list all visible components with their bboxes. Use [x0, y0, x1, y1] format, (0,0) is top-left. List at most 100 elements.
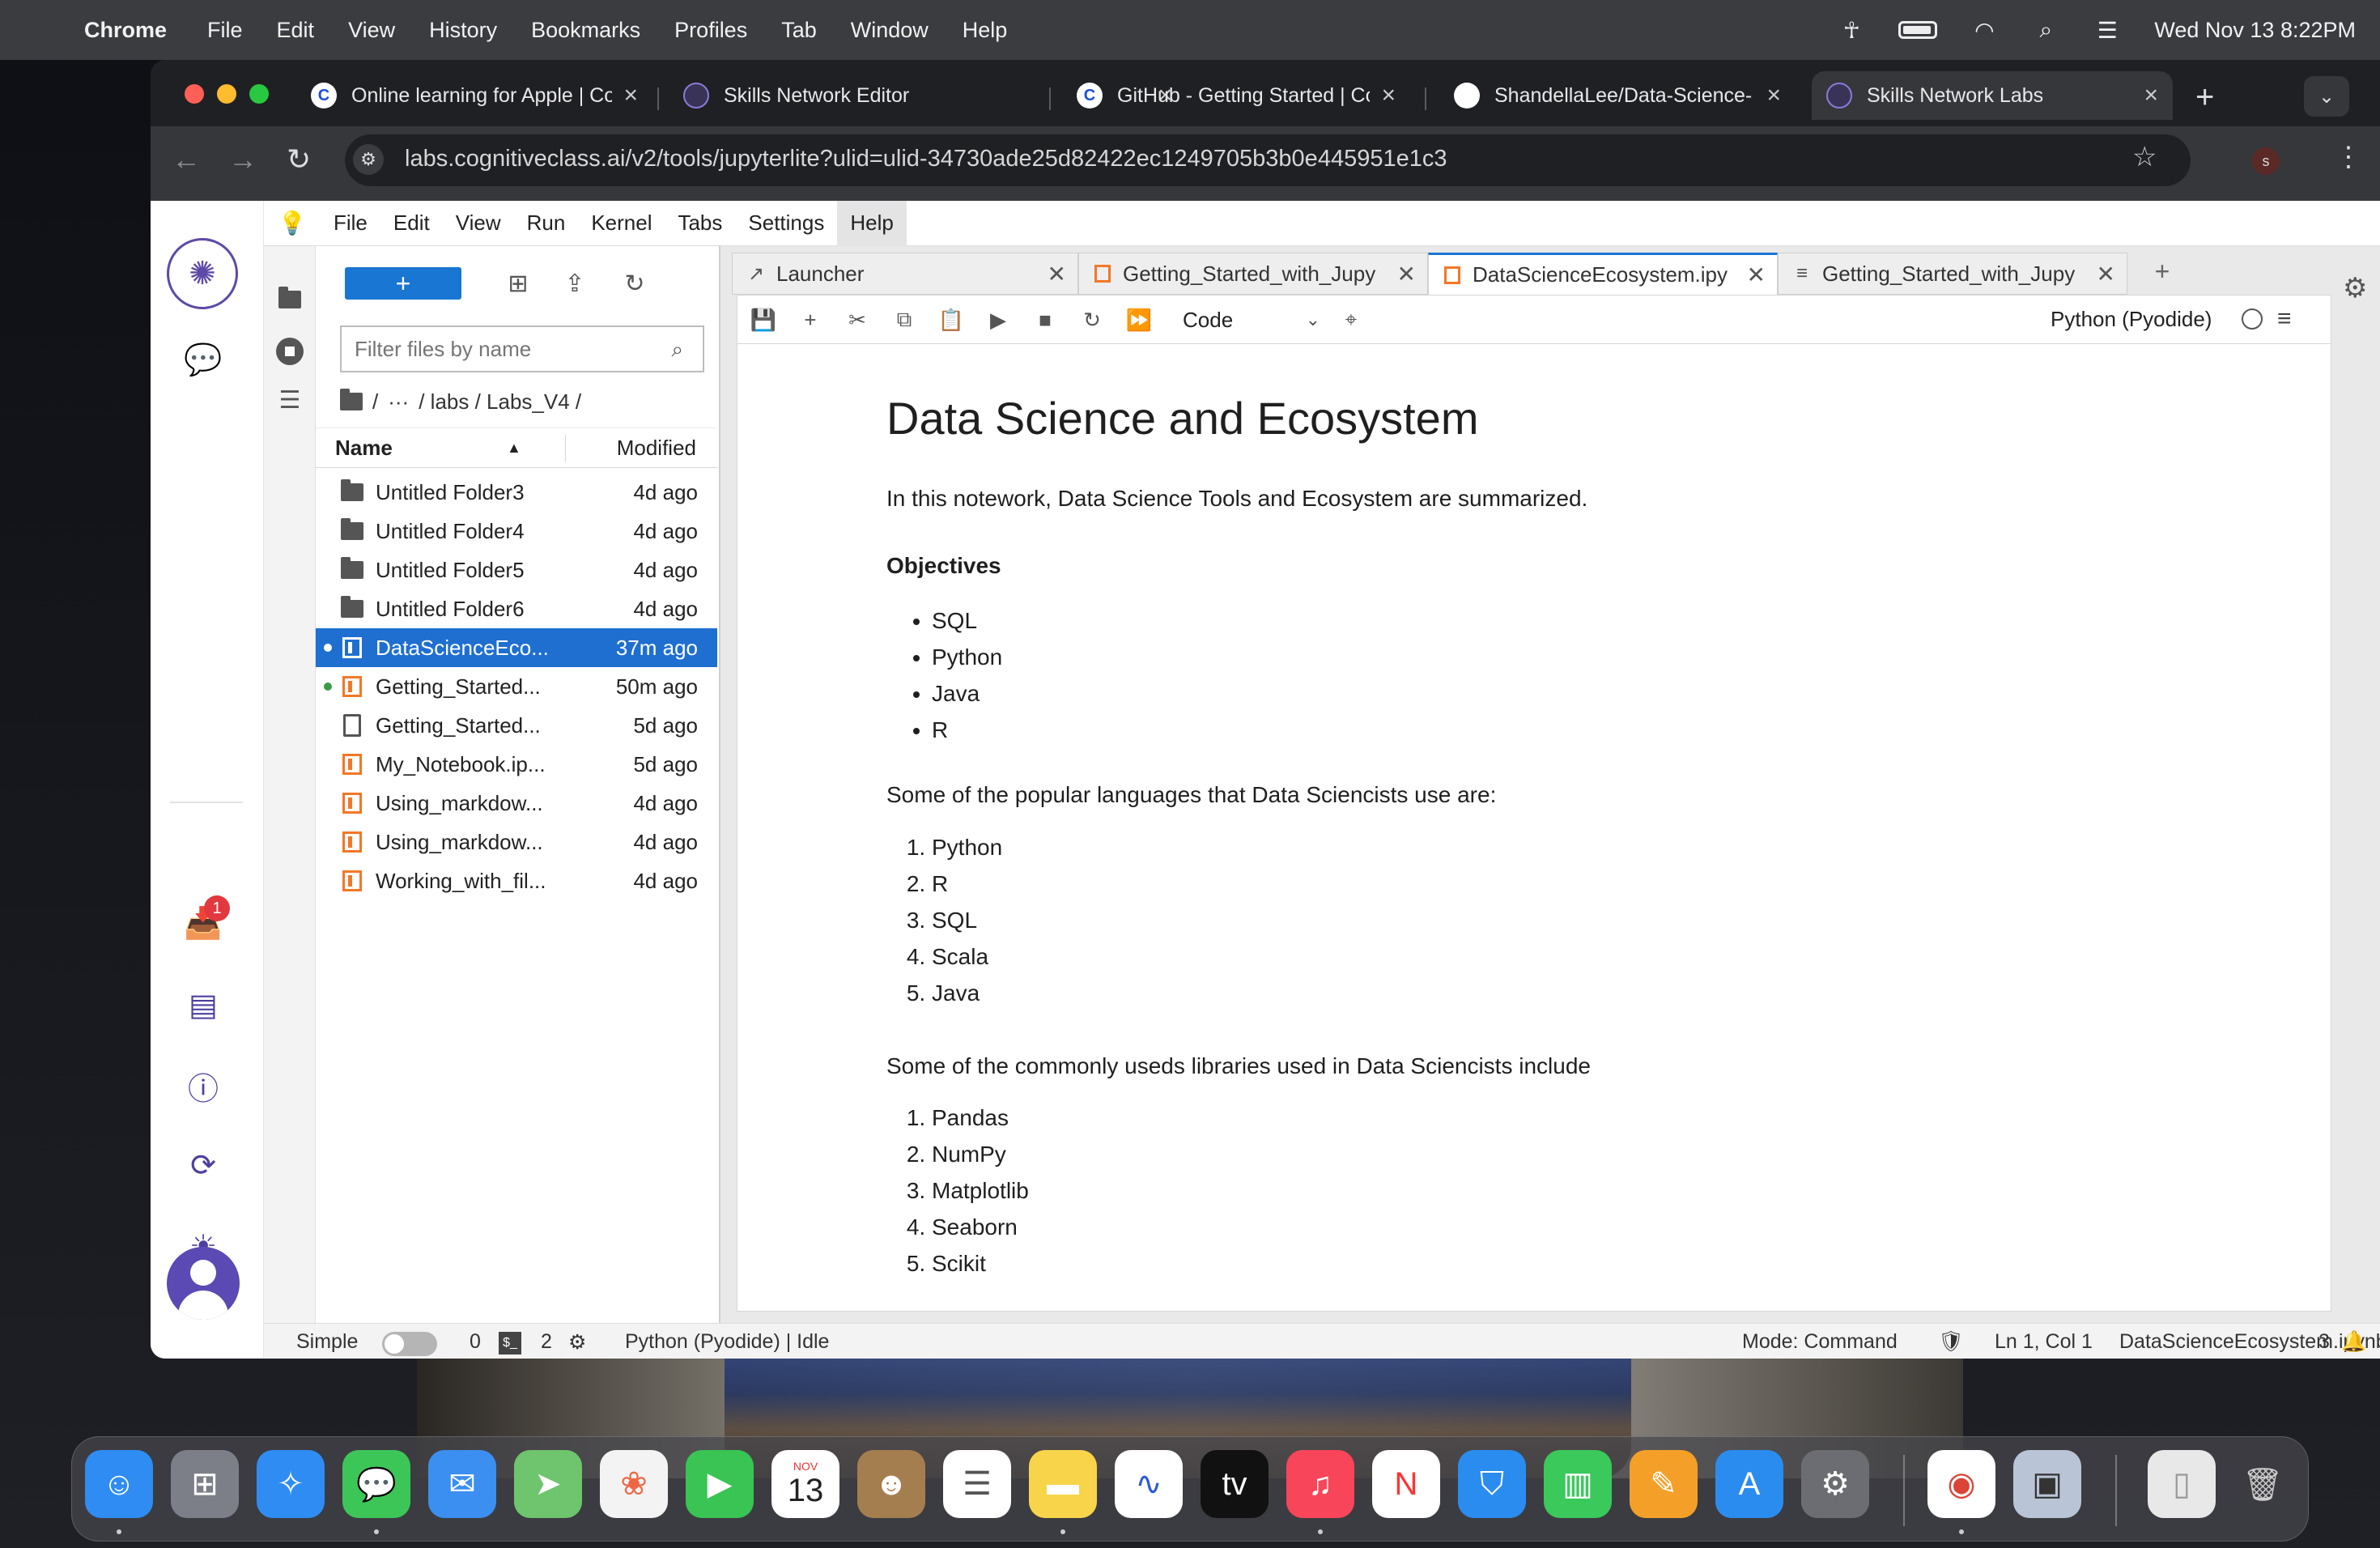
jupyter-menu-file[interactable]: File — [321, 201, 380, 246]
help-circle-icon[interactable]: ⓘ — [185, 1067, 222, 1107]
browser-tab-online-learning[interactable]: C Online learning for Apple | Co × — [296, 71, 652, 120]
cell-type-select[interactable]: Code ⌄ — [1183, 302, 1320, 338]
browser-tab-skills-labs[interactable]: Skills Network Labs × — [1812, 71, 2173, 120]
sort-ascending-icon[interactable]: ▲ — [507, 440, 521, 457]
back-arrow-icon[interactable]: ← — [172, 142, 201, 176]
jupyter-menu-edit[interactable]: Edit — [380, 201, 443, 246]
menubar-window[interactable]: Window — [851, 18, 929, 43]
maps-icon[interactable]: ➤ — [514, 1450, 582, 1518]
keynote-icon[interactable]: ⛉ — [1458, 1450, 1526, 1518]
spotlight-search-icon[interactable]: ⌕ — [2031, 17, 2060, 42]
copy-icon[interactable]: ⧉ — [890, 305, 919, 334]
user-avatar[interactable] — [167, 1247, 240, 1320]
notification-count[interactable]: 3 — [2318, 1330, 2330, 1354]
close-window-button[interactable] — [185, 84, 204, 104]
control-center-icon[interactable]: ☰ — [2093, 18, 2122, 43]
file-row[interactable]: My_Notebook.ip... 5d ago — [316, 745, 717, 784]
jupyter-menu-kernel[interactable]: Kernel — [578, 201, 665, 246]
app-store-icon[interactable]: A — [1715, 1450, 1783, 1518]
menubar-history[interactable]: History — [429, 18, 497, 43]
file-row[interactable]: Working_with_fil... 4d ago — [316, 861, 717, 900]
new-folder-icon[interactable]: ⊞ — [502, 267, 534, 300]
terminal-count[interactable]: 0 — [470, 1330, 481, 1354]
cursor-position[interactable]: Ln 1, Col 1 — [1995, 1330, 2093, 1354]
refresh-icon[interactable]: ↻ — [618, 267, 651, 300]
filter-files-input[interactable]: Filter files by name ⌕ — [340, 325, 704, 372]
tab-search-chevron-icon[interactable]: ⌄ — [2304, 76, 2349, 117]
file-row[interactable]: Untitled Folder6 4d ago — [316, 589, 717, 628]
numbers-icon[interactable]: ▥ — [1544, 1450, 1612, 1518]
close-tab-icon[interactable]: × — [623, 82, 638, 109]
jupyter-menu-help[interactable]: Help — [837, 200, 907, 246]
minimize-window-button[interactable] — [217, 84, 236, 104]
breadcrumb-ellipsis[interactable]: ··· — [388, 389, 409, 415]
music-icon[interactable]: ♫ — [1286, 1450, 1354, 1518]
profile-avatar[interactable]: s — [2252, 147, 2280, 175]
running-kernels-icon[interactable] — [275, 337, 304, 366]
forward-arrow-icon[interactable]: → — [228, 142, 257, 176]
bell-icon[interactable]: 🔔 — [2341, 1330, 2366, 1354]
kernel-name[interactable]: Python (Pyodide) — [2051, 307, 2212, 332]
add-tab-button[interactable]: + — [2144, 253, 2181, 290]
battery-icon[interactable] — [1898, 21, 1938, 39]
freeform-icon[interactable]: ∿ — [1115, 1450, 1183, 1518]
close-tab-icon[interactable]: ✕ — [1747, 262, 1766, 288]
insert-cell-icon[interactable]: + — [796, 305, 825, 334]
sync-icon[interactable]: ⟳ — [185, 1146, 222, 1184]
system-settings-icon[interactable]: ⚙ — [1801, 1450, 1869, 1518]
file-row[interactable]: Untitled Folder4 4d ago — [316, 512, 717, 551]
photos-icon[interactable]: ❀ — [600, 1450, 668, 1518]
tab-datascienceecosystem[interactable]: DataScienceEcosystem.ipy ✕ — [1428, 253, 1778, 295]
new-tab-button[interactable]: + — [2195, 79, 2214, 116]
kernel-menu-icon[interactable]: ≡ — [2277, 305, 2292, 333]
table-of-contents-icon[interactable]: ☰ — [275, 385, 304, 415]
contacts-icon[interactable]: ☻ — [857, 1450, 925, 1518]
file-row[interactable]: Untitled Folder5 4d ago — [316, 551, 717, 589]
close-tab-icon[interactable]: × — [2144, 82, 2158, 109]
apple-tv-icon[interactable]: tv — [1201, 1450, 1269, 1518]
pages-icon[interactable]: ✎ — [1630, 1450, 1698, 1518]
reminders-icon[interactable]: ☰ — [943, 1450, 1011, 1518]
close-tab-icon[interactable]: × — [1381, 82, 1396, 109]
file-row[interactable]: Untitled Folder3 4d ago — [316, 473, 717, 512]
finder-icon[interactable]: ☺ — [85, 1450, 153, 1518]
cut-icon[interactable]: ✂ — [843, 305, 872, 334]
menubar-view[interactable]: View — [348, 18, 395, 43]
save-icon[interactable]: 💾 — [749, 305, 778, 334]
file-row[interactable]: Using_markdow... 4d ago — [316, 784, 717, 823]
menubar-bookmarks[interactable]: Bookmarks — [531, 18, 640, 43]
home-folder-icon[interactable] — [340, 389, 363, 410]
new-launcher-button[interactable]: + — [345, 267, 461, 300]
tab-launcher[interactable]: ↗ Launcher ✕ — [732, 253, 1078, 295]
menubar-clock[interactable]: Wed Nov 13 8:22PM — [2154, 18, 2356, 43]
file-browser-folder-icon[interactable] — [275, 285, 304, 314]
chrome-icon[interactable]: ◉ — [1927, 1450, 1995, 1518]
document-icon[interactable]: ▯ — [2148, 1450, 2216, 1518]
zoom-window-button[interactable] — [249, 84, 269, 104]
close-tab-icon[interactable]: × — [1766, 82, 1781, 109]
restart-icon[interactable]: ↻ — [1077, 305, 1107, 334]
messages-icon[interactable]: 💬 — [342, 1450, 410, 1518]
trash-icon[interactable]: 🗑 — [2229, 1450, 2297, 1518]
menubar-edit[interactable]: Edit — [277, 18, 315, 43]
close-tab-icon[interactable]: ✕ — [2097, 261, 2115, 287]
close-tab-icon[interactable]: ✕ — [1397, 261, 1416, 287]
news-icon[interactable]: ▤ — [185, 986, 222, 1023]
mail-icon[interactable]: ✉ — [428, 1450, 496, 1518]
modified-column-header[interactable]: Modified — [617, 436, 696, 461]
menubar-help[interactable]: Help — [963, 18, 1008, 43]
browser-tab-github-repo[interactable]: ShandellaLee/Data-Science- × — [1439, 71, 1796, 120]
notebook-mode[interactable]: Mode: Command — [1742, 1330, 1898, 1354]
stop-icon[interactable]: ■ — [1031, 305, 1060, 334]
breadcrumb-path[interactable]: / labs / Labs_V4 / — [419, 389, 581, 415]
menubar-profiles[interactable]: Profiles — [674, 18, 747, 43]
accessibility-icon[interactable]: ☥ — [1837, 18, 1866, 43]
file-row[interactable]: Getting_Started... 5d ago — [316, 706, 717, 745]
facetime-icon[interactable]: ▶ — [686, 1450, 754, 1518]
notebook-content[interactable]: Data Science and Ecosystem In this notew… — [737, 345, 2331, 1312]
safari-icon[interactable]: ✧ — [257, 1450, 325, 1518]
debugger-icon[interactable]: ⌖ — [1337, 305, 1366, 334]
wifi-icon[interactable]: ◠ — [1970, 18, 1999, 43]
chat-icon[interactable]: 💬 — [184, 342, 222, 379]
site-settings-icon[interactable]: ⚙ — [353, 144, 384, 175]
